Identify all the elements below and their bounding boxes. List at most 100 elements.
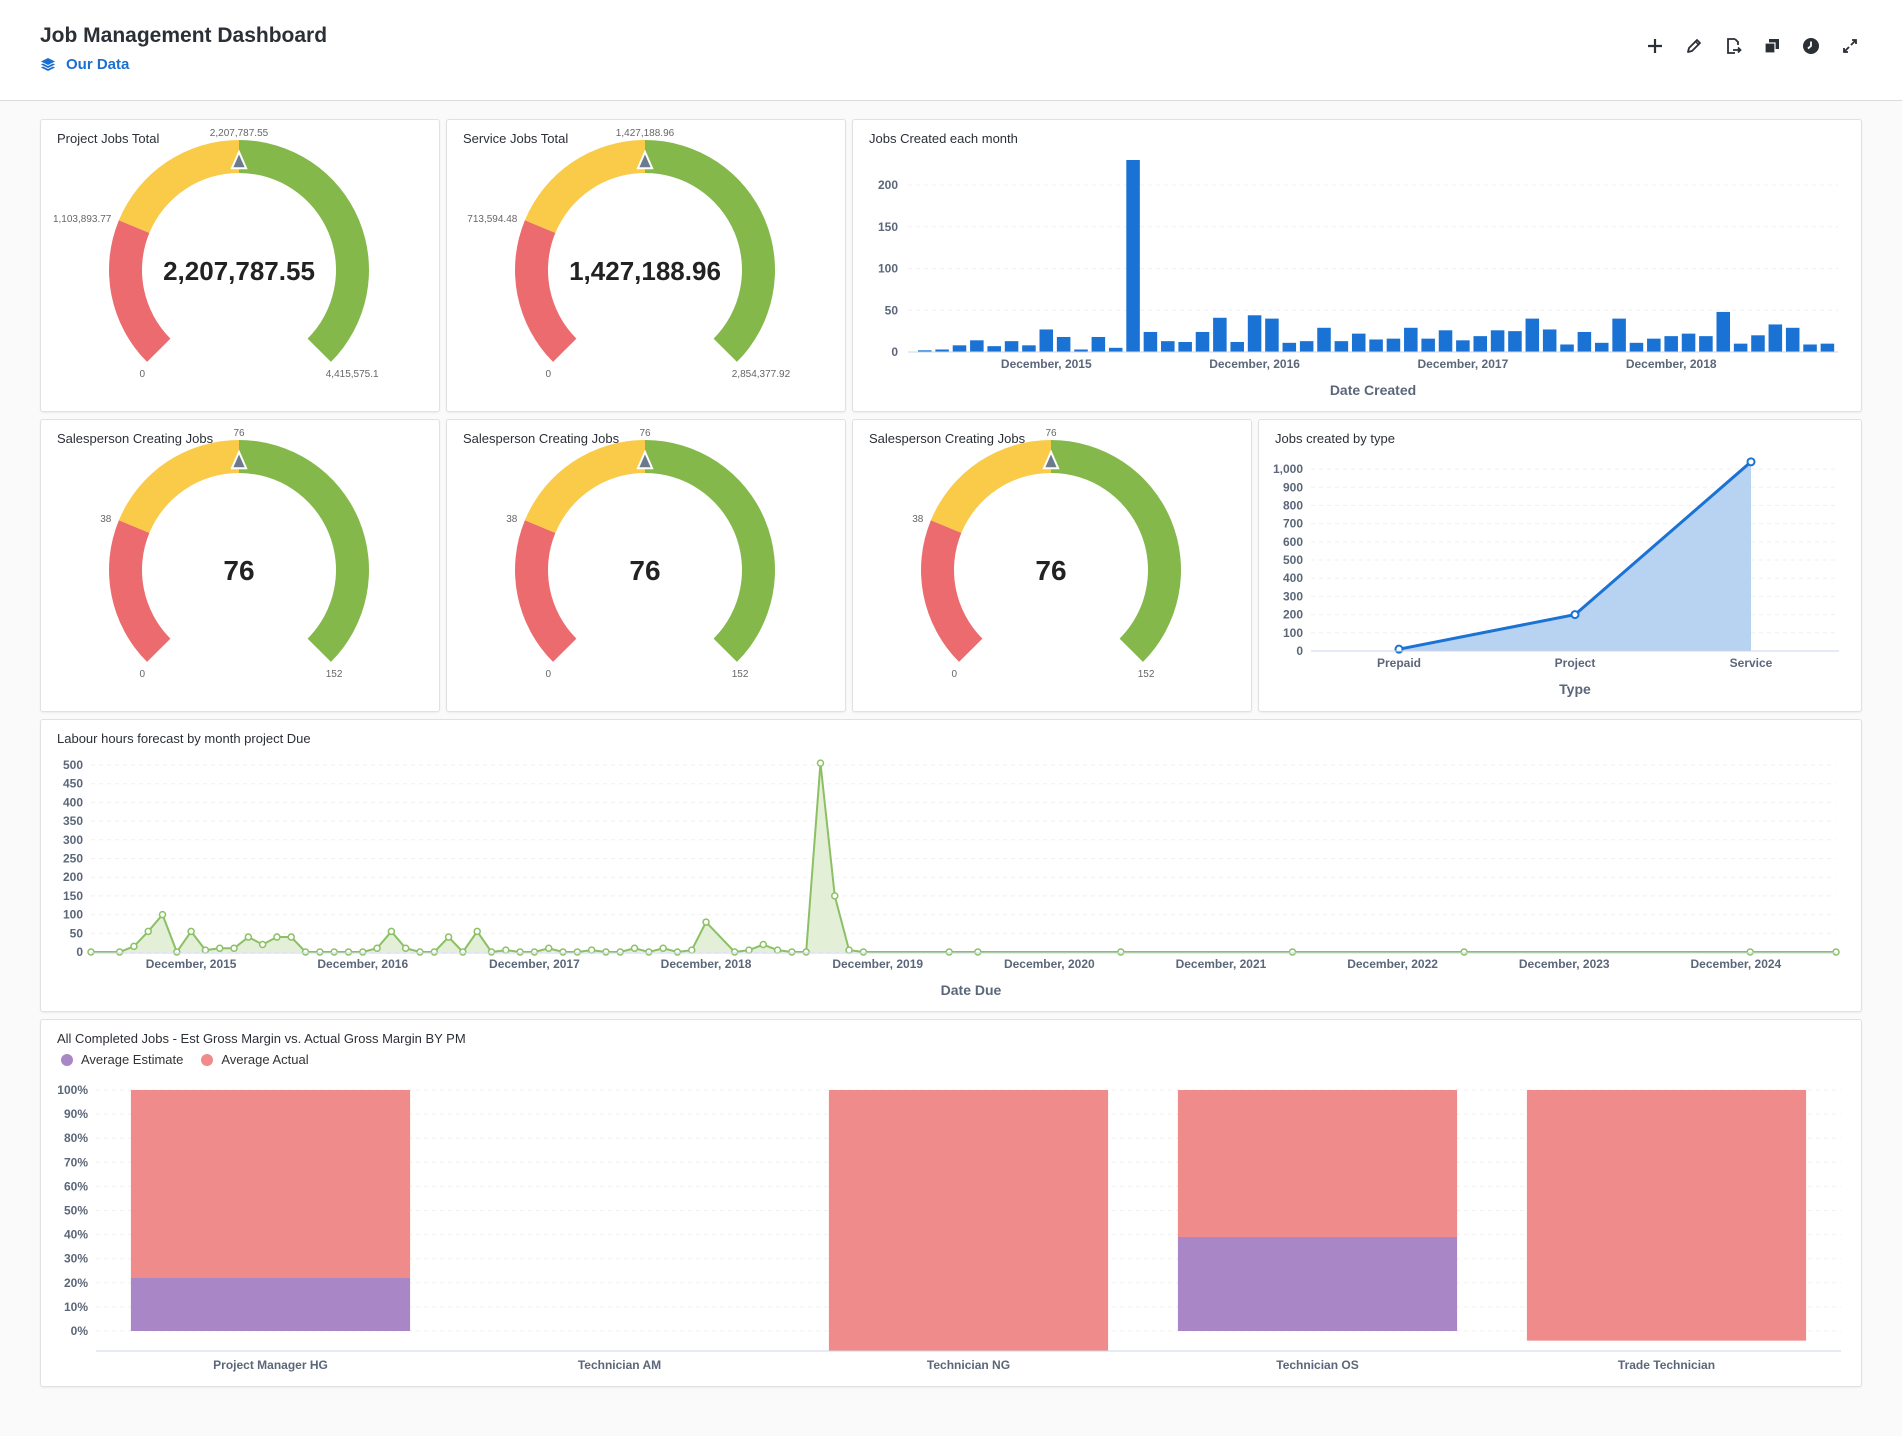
export-button[interactable] — [1723, 36, 1743, 56]
x-tick-label: December, 2019 — [832, 957, 923, 971]
y-tick-label: 300 — [1283, 589, 1303, 603]
bar — [1022, 345, 1036, 352]
jobs-created-monthly-card: Jobs Created each month 0 50 100 150 200 Dece… — [852, 119, 1862, 412]
history-button[interactable] — [1801, 36, 1821, 56]
data-point — [974, 948, 982, 956]
data-point — [215, 944, 224, 953]
y-tick-label: 100% — [57, 1083, 88, 1097]
bar — [1785, 327, 1800, 352]
gauge-card-salesperson-3: Salesperson Creating Jobs 76 0 38 76 152 — [852, 419, 1252, 712]
y-tick-label: 350 — [63, 814, 83, 828]
bar — [1733, 343, 1748, 352]
y-tick-label: 700 — [1283, 517, 1303, 531]
gauge-mid-label: 713,594.48 — [467, 214, 517, 225]
data-point — [687, 946, 696, 954]
gauge-band-low — [921, 520, 983, 662]
edit-button[interactable] — [1684, 36, 1704, 56]
x-tick-label: Technician AM — [578, 1358, 661, 1372]
gauge-card-service-jobs-total: Service Jobs Total 1,427,188.96 0 713,594.… — [446, 119, 846, 412]
bar — [1161, 341, 1175, 352]
gauge-value: 76 — [629, 555, 660, 586]
gauge-value: 1,427,188.96 — [569, 256, 721, 286]
add-button[interactable] — [1645, 36, 1665, 56]
gauge-max-label: 2,854,377.92 — [732, 369, 791, 380]
file-export-icon — [1727, 38, 1742, 54]
data-point — [287, 933, 295, 941]
data-point — [416, 948, 424, 956]
gauge-mid-label: 38 — [506, 514, 518, 525]
y-tick-label: 200 — [1283, 608, 1303, 622]
data-point — [587, 946, 596, 954]
x-axis-title: Date Due — [941, 982, 1002, 998]
y-tick-label: 300 — [63, 833, 83, 847]
data-point — [401, 944, 410, 953]
data-point — [802, 948, 810, 956]
y-tick-label: 150 — [63, 889, 83, 903]
y-tick-label: 500 — [63, 758, 83, 772]
data-point — [573, 948, 582, 956]
gauge-min-label: 0 — [139, 669, 145, 680]
bar — [1612, 318, 1626, 352]
bar — [1456, 340, 1470, 352]
bar — [1056, 336, 1071, 352]
y-tick-label: 1,000 — [1273, 462, 1303, 476]
data-point — [387, 927, 396, 936]
gauge-band-mid — [524, 140, 645, 233]
gauge-band-low — [109, 520, 171, 662]
y-tick-label: 20% — [64, 1276, 88, 1290]
data-point — [144, 927, 152, 936]
data-point — [187, 927, 195, 936]
bar — [1560, 344, 1574, 352]
data-point — [173, 948, 181, 956]
data-point — [330, 948, 338, 956]
data-point — [316, 948, 324, 956]
x-tick-label: December, 2021 — [1176, 957, 1267, 971]
gauge-band-low — [109, 220, 171, 362]
y-tick-label: 200 — [63, 870, 83, 884]
bar — [1247, 315, 1262, 352]
series-line — [91, 763, 1836, 955]
data-point — [444, 933, 453, 941]
x-tick-label: December, 2022 — [1347, 957, 1438, 971]
gauge-min-label: 0 — [139, 369, 145, 380]
expand-icon — [1843, 39, 1857, 53]
area-fill — [91, 763, 1836, 952]
data-point — [1288, 948, 1297, 956]
bar-average-actual — [130, 1090, 411, 1278]
gauge-card-salesperson-2: Salesperson Creating Jobs 76 0 38 76 152 — [446, 419, 846, 712]
data-point — [745, 946, 753, 954]
x-tick-label: December, 2018 — [661, 957, 752, 971]
bar-average-actual — [828, 1090, 1109, 1351]
gross-margin-stacked-bar-chart: 0% 10% 20% 30% 40% 50% 60% 70% 80% 90% 100% Project… — [57, 1083, 1841, 1372]
area-fill — [1399, 461, 1751, 651]
gauge-min-label: 0 — [951, 669, 957, 680]
jobs-by-type-card: Jobs created by type 0 100 200 300 400 500 600… — [1258, 419, 1862, 712]
bar — [1438, 330, 1453, 352]
x-tick-label: Project — [1555, 656, 1596, 670]
gauge-target-label: 2,207,787.55 — [210, 128, 269, 139]
data-source-link[interactable]: Our Data — [40, 56, 129, 73]
data-point — [816, 759, 825, 767]
x-tick-label: Project Manager HG — [213, 1358, 328, 1372]
bar — [1126, 160, 1140, 352]
y-tick-label: 50 — [70, 926, 84, 940]
bar — [1230, 341, 1244, 352]
data-point — [702, 918, 710, 926]
data-point — [845, 946, 853, 954]
bar — [1508, 331, 1522, 352]
gauge-band-mid — [930, 440, 1051, 533]
bar — [970, 340, 984, 352]
page-title: Job Management Dashboard — [40, 24, 328, 47]
jobs-by-type-area-chart: 0 100 200 300 400 500 600 700 800 900 1,000 Prepaid… — [1273, 457, 1839, 697]
x-tick-label: Technician NG — [927, 1358, 1010, 1372]
fullscreen-button[interactable] — [1840, 36, 1860, 56]
bar — [1178, 341, 1192, 352]
bar — [1195, 331, 1210, 352]
duplicate-button[interactable] — [1762, 36, 1782, 56]
y-tick-label: 100 — [1283, 626, 1303, 640]
jobs-created-bar-chart: 0 50 100 150 200 December, 2015 December, 2016… — [878, 160, 1838, 398]
data-point — [1117, 948, 1125, 956]
bar — [1404, 327, 1418, 352]
gauge-band-high — [645, 440, 775, 662]
y-tick-label: 400 — [1283, 571, 1303, 585]
